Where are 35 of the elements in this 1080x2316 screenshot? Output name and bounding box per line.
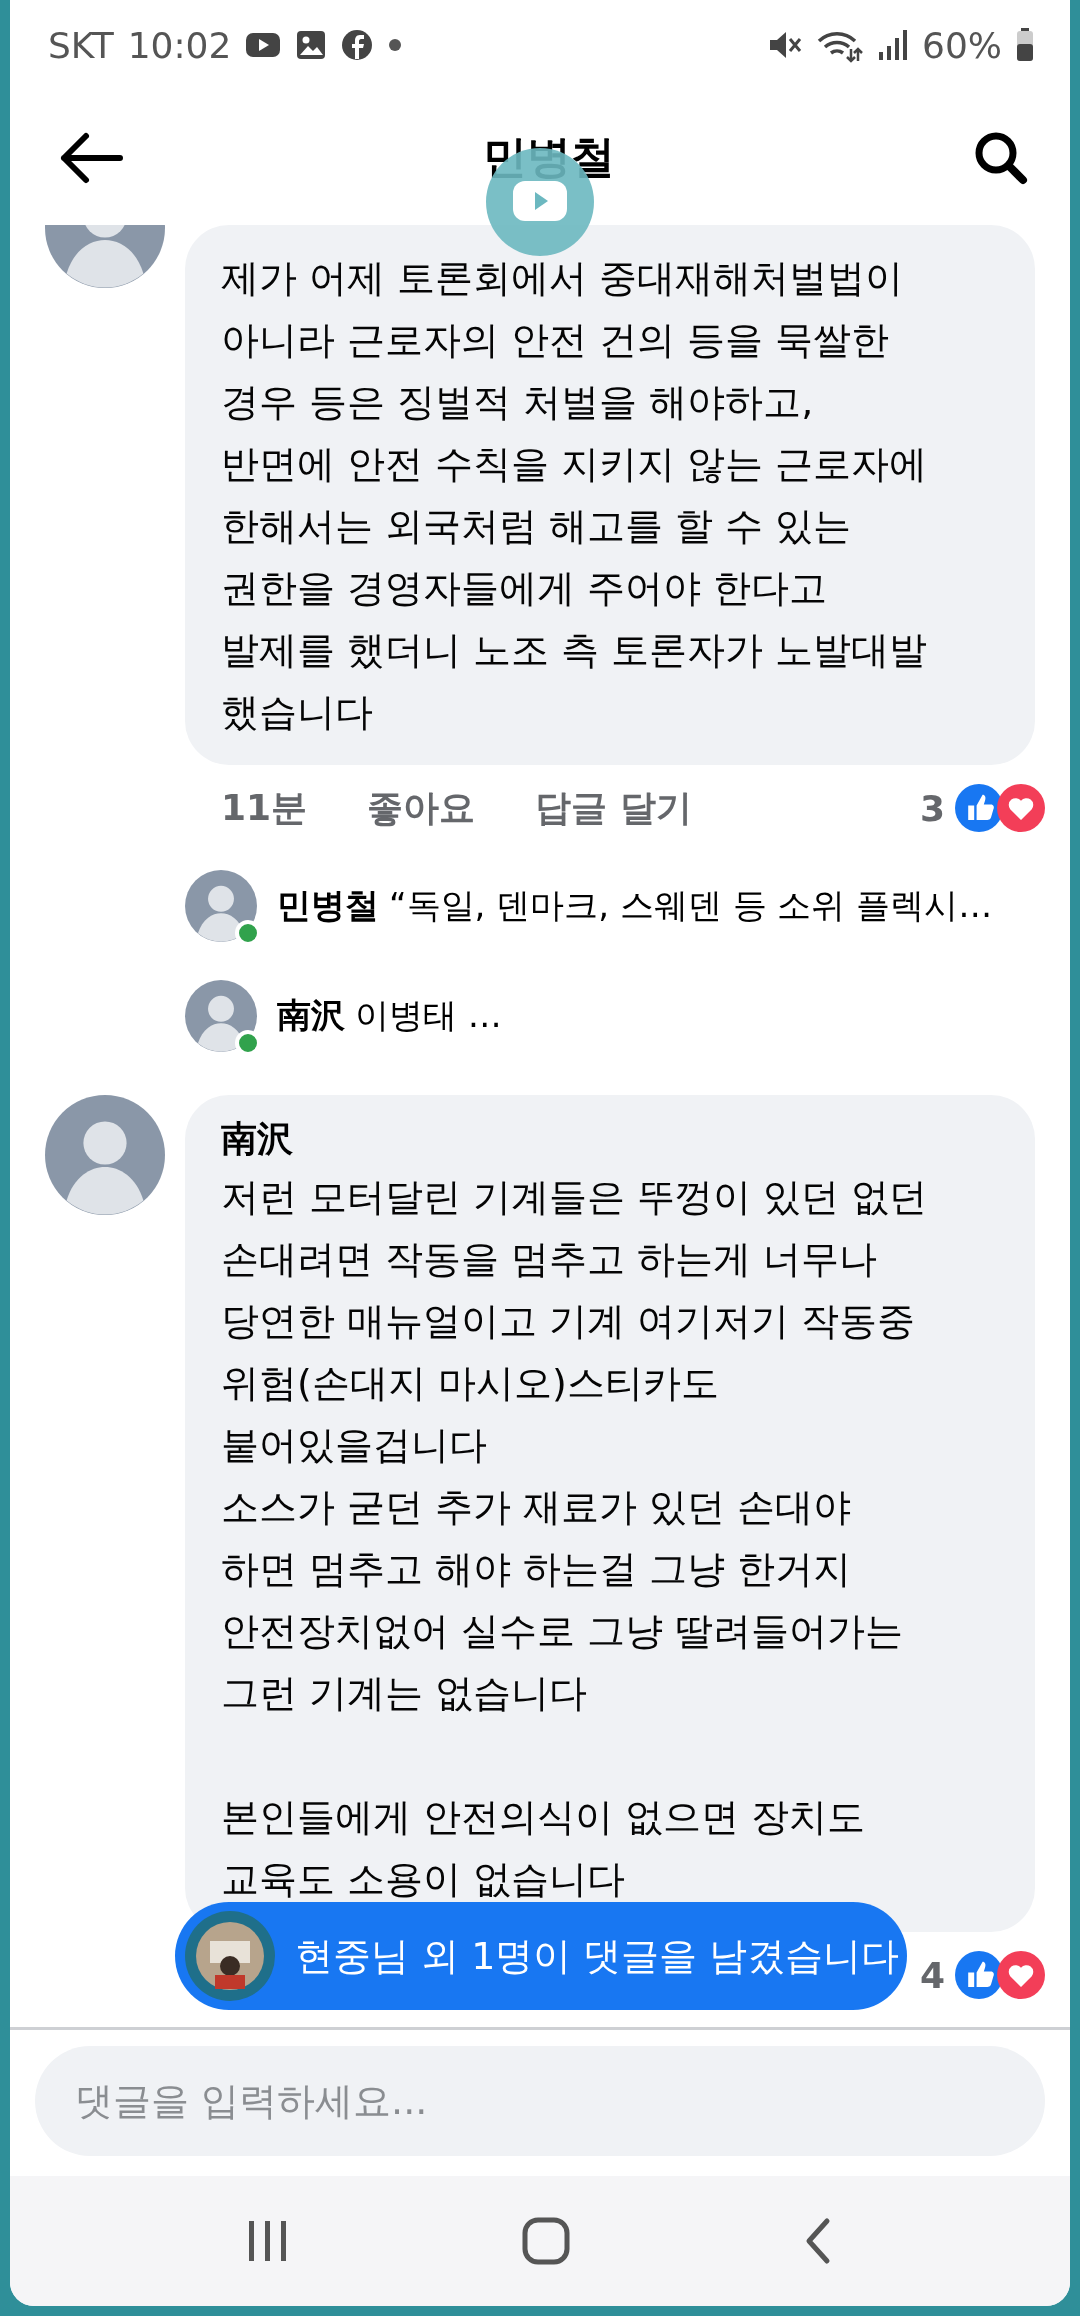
comment-text: 저런 모터달린 기계들은 뚜껑이 있던 없던 손대려면 작동을 멈추고 하는게 너무나 당연한 매뉴얼이고 기계 여기저기 작동중 위험(손대지 마시오)스티카도 붙어있을겁니다 소스가 굳던 추가 재료가 있던 손대야 하면 멈추고 해야 하는걸 그냥 한거지 안전장치없어 실수로 그냥 딸려들어가는 그런 기계는 없습니다 — [221, 1174, 929, 1717]
status-time: 10:02 — [127, 24, 232, 66]
signal-icon — [878, 28, 908, 62]
reply-author[interactable]: 南沢 — [277, 993, 345, 1039]
page-title: 민병철 — [483, 130, 615, 184]
love-reaction-icon — [997, 784, 1045, 832]
battery-percent: 60% — [922, 24, 1002, 66]
new-comments-banner[interactable]: 현중님 외 1명이 댓글을 남겼습니다 — [175, 1902, 907, 2010]
reply-preview-text[interactable]: “독일, 덴마크, 스웨덴 등 소위 플렉시… — [389, 883, 993, 929]
carrier-label: SKT — [48, 24, 114, 66]
profile-badge-icon — [185, 1911, 275, 2001]
avatar-icon — [185, 980, 257, 1052]
dot-icon — [387, 37, 404, 53]
battery-icon — [1016, 28, 1034, 62]
home-icon[interactable] — [522, 2217, 570, 2265]
reply-preview-text[interactable]: 이병태 … — [355, 993, 502, 1039]
comment-time: 11분 — [221, 785, 308, 830]
comment-input-field[interactable]: 댓글을 입력하세요... — [35, 2046, 1045, 2156]
like-reaction-icon — [955, 784, 1003, 832]
avatar-icon — [45, 1095, 165, 1215]
banner-text: 현중님 외 1명이 댓글을 남겼습니다 — [295, 1932, 900, 1980]
love-reaction-icon — [997, 1951, 1045, 1999]
reaction-count: 4 — [919, 1954, 945, 1996]
comment-text: 본인들에게 안전의식이 없으면 장치도 교육도 소용이 없습니다 — [221, 1794, 867, 1903]
comment-author[interactable]: 南沢 — [221, 1115, 1003, 1164]
facebook-icon — [341, 29, 374, 61]
reply-author[interactable]: 민병철 — [277, 883, 379, 929]
image-icon — [295, 29, 328, 61]
avatar-icon — [185, 870, 257, 942]
like-link[interactable]: 좋아요 — [367, 783, 476, 833]
recent-apps-icon[interactable] — [246, 2219, 289, 2263]
reaction-count: 3 — [919, 787, 945, 829]
comment-text: 제가 어제 토론회에서 중대재해처벌법이 아니라 근로자의 안전 건의 등을 묵쌀한 경우 등은 징벌적 처벌을 해야하고, 반면에 안전 수칙을 지키지 않는 근로자에 한해서는 외국처럼 해고를 할 수 있는 권한을 경영자들에게 주어야 한다고 발제를 했더니 노조 측 토론자가 노발대발 했습니다 — [221, 255, 929, 736]
like-reaction-icon — [955, 1951, 1003, 1999]
reply-link[interactable]: 답글 달기 — [535, 783, 692, 833]
